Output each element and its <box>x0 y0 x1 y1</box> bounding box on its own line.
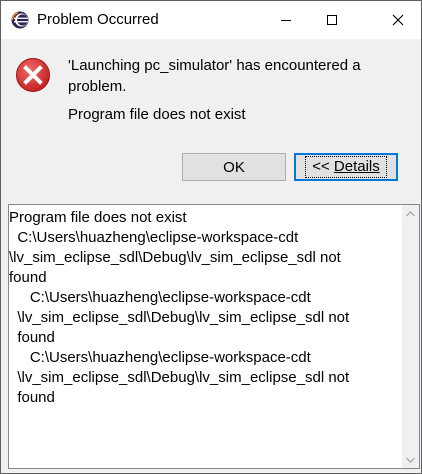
error-icon <box>15 57 51 93</box>
details-line: \lv_sim_eclipse_sdl\Debug\lv_sim_eclipse… <box>9 249 341 266</box>
chevron-down-icon[interactable] <box>402 451 419 468</box>
close-icon <box>392 14 404 26</box>
minimize-button[interactable] <box>263 1 309 39</box>
vertical-scrollbar[interactable] <box>402 205 419 468</box>
maximize-icon <box>327 15 337 25</box>
details-line: found <box>9 389 55 406</box>
details-line: found <box>9 269 47 286</box>
details-line: C:\Users\huazheng\eclipse-workspace-cdt <box>9 289 311 306</box>
details-button-label: << Details <box>305 156 387 178</box>
details-textarea[interactable]: Program file does not exist C:\Users\hua… <box>8 204 420 469</box>
details-line: found <box>9 329 55 346</box>
details-text: Program file does not exist C:\Users\hua… <box>9 208 401 408</box>
window-title: Problem Occurred <box>37 11 159 28</box>
details-line: Program file does not exist <box>9 209 187 226</box>
chevron-up-icon[interactable] <box>402 205 419 222</box>
eclipse-icon <box>11 11 29 29</box>
error-summary: Program file does not exist <box>68 106 246 123</box>
dialog-window: Problem Occurred 'Launching pc_simulator… <box>0 0 422 474</box>
ok-button[interactable]: OK <box>182 153 286 181</box>
title-bar[interactable]: Problem Occurred <box>1 1 421 39</box>
details-line: C:\Users\huazheng\eclipse-workspace-cdt <box>9 229 299 246</box>
maximize-button[interactable] <box>309 1 355 39</box>
details-line: \lv_sim_eclipse_sdl\Debug\lv_sim_eclipse… <box>9 309 350 326</box>
details-line: C:\Users\huazheng\eclipse-workspace-cdt <box>9 349 311 366</box>
details-line: \lv_sim_eclipse_sdl\Debug\lv_sim_eclipse… <box>9 369 350 386</box>
error-message: 'Launching pc_simulator' has encountered… <box>68 57 361 95</box>
details-button[interactable]: << Details <box>294 153 398 181</box>
minimize-icon <box>281 20 291 21</box>
close-button[interactable] <box>375 1 421 39</box>
